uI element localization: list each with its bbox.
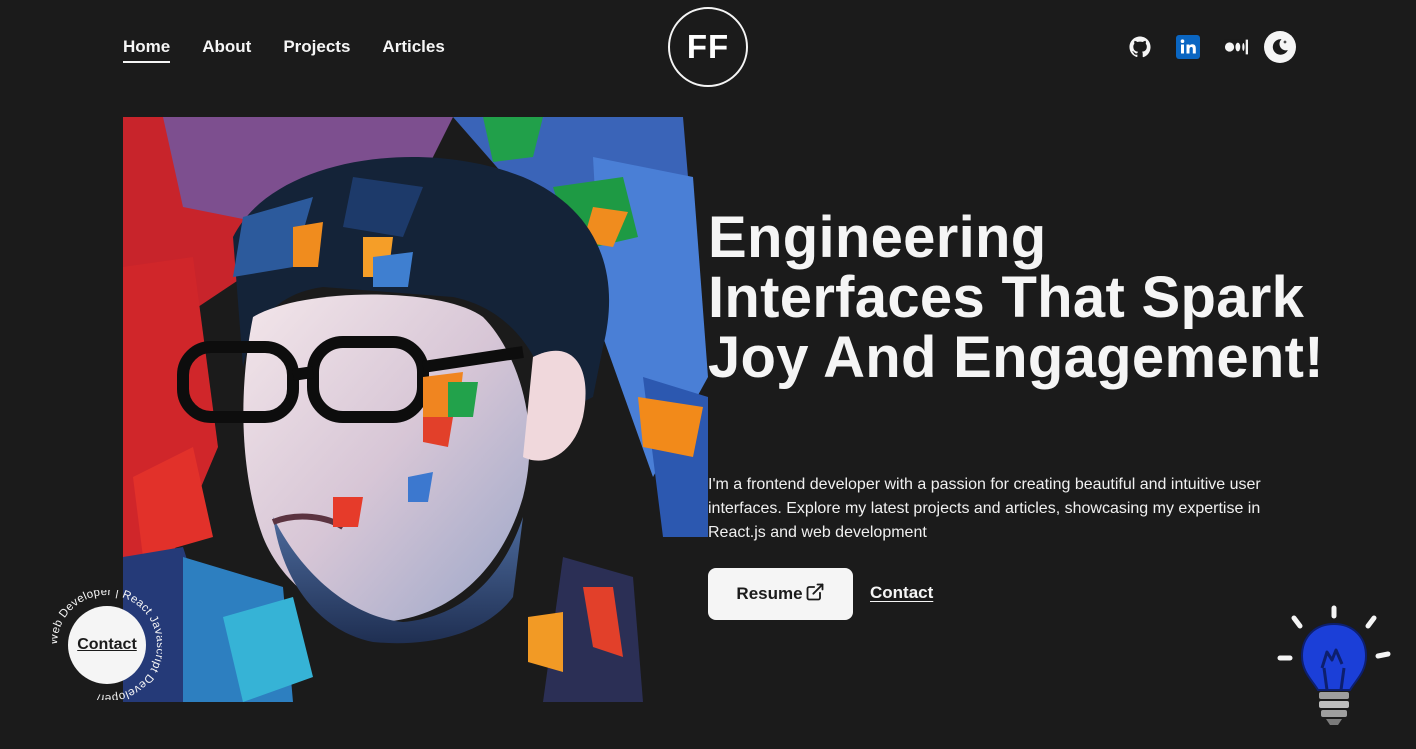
nav-articles[interactable]: Articles bbox=[382, 37, 444, 63]
linkedin-icon[interactable] bbox=[1176, 35, 1200, 59]
github-icon[interactable] bbox=[1128, 35, 1152, 59]
resume-label: Resume bbox=[736, 584, 803, 603]
site-logo[interactable]: FF bbox=[668, 7, 748, 87]
portfolio-page: Home About Projects Articles FF Engineer… bbox=[0, 0, 1416, 749]
resume-button[interactable]: Resume bbox=[708, 568, 853, 620]
hero-portrait-image bbox=[123, 117, 708, 702]
lightbulb-icon bbox=[1272, 600, 1396, 730]
medium-icon[interactable] bbox=[1224, 35, 1248, 59]
social-links bbox=[1128, 31, 1296, 63]
nav-projects[interactable]: Projects bbox=[283, 37, 350, 63]
main-nav: Home About Projects Articles bbox=[123, 37, 445, 63]
hero-intro: I'm a frontend developer with a passion … bbox=[708, 476, 1261, 541]
badge-contact-button[interactable]: Contact bbox=[68, 606, 146, 684]
contact-badge: Web Developer | React Javascript Develop… bbox=[52, 590, 162, 700]
contact-link[interactable]: Contact bbox=[870, 583, 933, 603]
nav-home[interactable]: Home bbox=[123, 37, 171, 63]
nav-about[interactable]: About bbox=[202, 37, 251, 63]
hero-headline: Engineering Interfaces That Spark Joy An… bbox=[708, 205, 1324, 390]
external-link-icon bbox=[805, 582, 825, 607]
moon-icon[interactable] bbox=[1264, 31, 1296, 63]
